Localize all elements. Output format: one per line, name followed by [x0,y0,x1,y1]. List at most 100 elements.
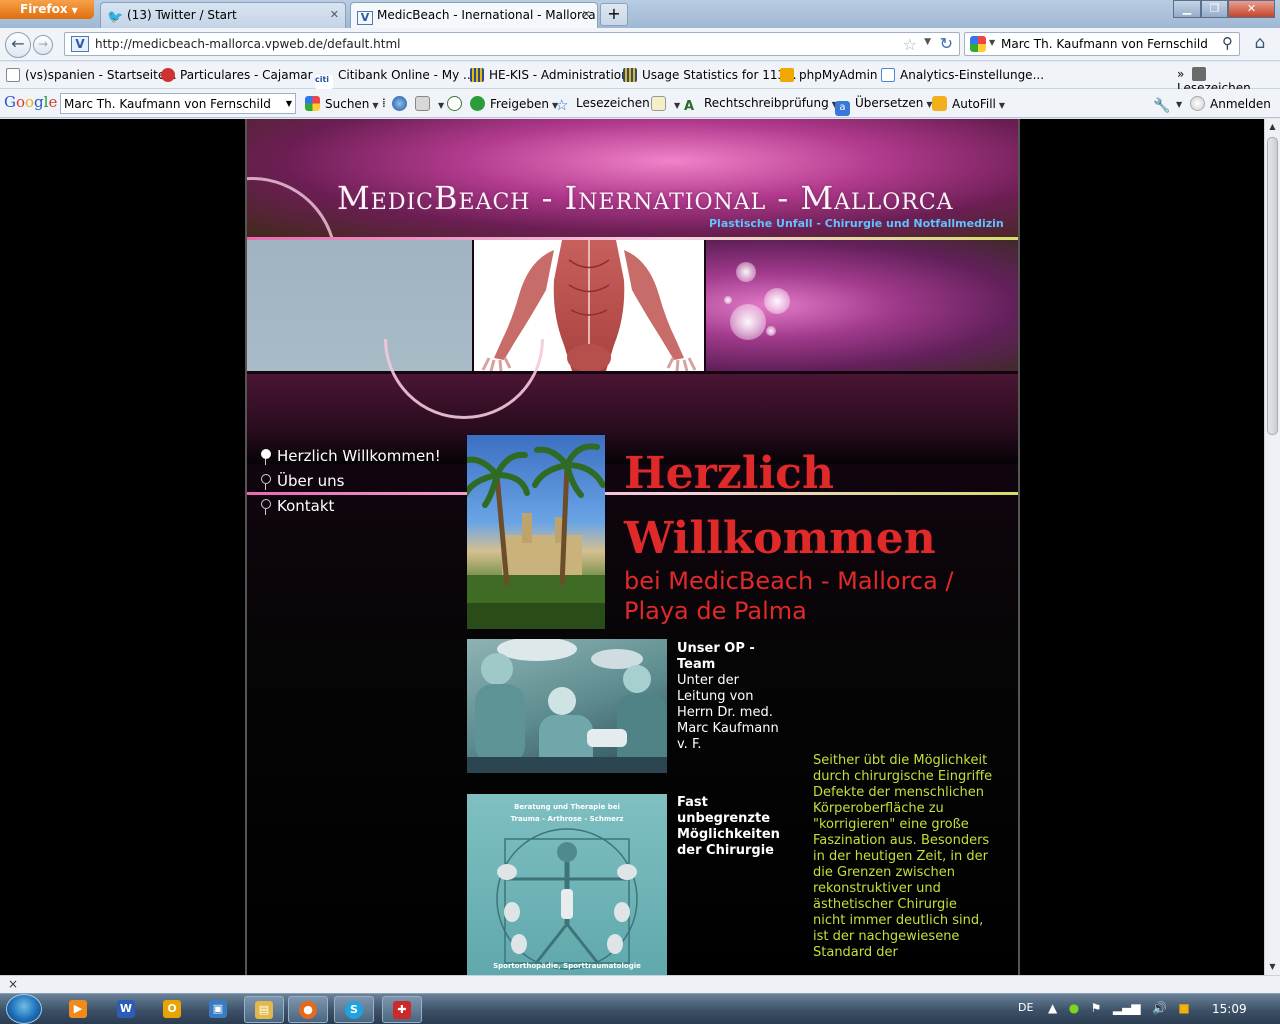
bookmarks-button[interactable]: ☆Lesezeichen▼ [555,96,659,113]
google-query-text: Marc Th. Kaufmann von Fernschild [64,97,271,111]
newspaper-icon [415,96,430,111]
autofill-button[interactable]: AutoFill ▼ [932,96,1005,111]
overflow-chevron-icon: » [1177,67,1185,81]
scroll-down-arrow-icon[interactable]: ▼ [1265,959,1280,975]
reload-icon[interactable]: ↻ [940,34,953,53]
tab-strip: Firefox ▼ 🐦 (13) Twitter / Start ✕ V MedicB… [0,0,1280,28]
search-bar[interactable]: ▼ Marc Th. Kaufmann von Fernschild ⚲ [964,32,1240,56]
pin-icon [261,449,271,465]
citi-icon: citi [315,75,333,89]
bookmark-label: Particulares - Cajamar ... [180,68,328,82]
bookmark-item[interactable]: Particulares - Cajamar ... [161,68,328,82]
taskbar-media-player[interactable]: ▶ [58,996,98,1023]
close-icon[interactable]: × [8,977,18,991]
status-bar: × [0,975,1280,993]
security-icon[interactable]: ● [1069,1001,1079,1015]
search-input[interactable]: Marc Th. Kaufmann von Fernschild [1001,37,1208,51]
bookmark-star-icon[interactable]: ☆ [903,35,917,54]
bookmarks-label: Lesezeichen [576,96,650,110]
translate-button[interactable]: a Übersetzen ▼ [835,96,933,116]
notebook-button[interactable]: ▼ [651,96,680,111]
close-icon[interactable]: ✕ [582,8,591,21]
taskbar-skype[interactable]: S [334,996,374,1023]
chevron-down-icon[interactable]: ▼ [989,38,995,47]
tab-medicbeach[interactable]: V MedicBeach - Inernational - Mallorca...… [350,2,598,28]
nav-item-ueber-uns[interactable]: Über uns [261,472,441,497]
media-player-icon: ▶ [69,999,87,1018]
translate-label: Übersetzen [855,96,924,110]
google-logo[interactable]: Google [4,93,57,111]
search-label: Suchen [325,97,370,111]
bookmark-item[interactable]: Analytics-Einstellunge... [881,68,1044,82]
autofill-label: AutoFill [952,97,996,111]
bars-icon [623,68,637,82]
search-icon[interactable]: ⚲ [1222,34,1233,52]
taskbar-red-app[interactable]: ✚ [382,996,422,1023]
google-search-input[interactable]: Marc Th. Kaufmann von Fernschild ▼ [60,93,296,114]
welcome-subheading: bei MedicBeach - Mallorca / Playa de Pal… [624,567,954,625]
taskbar-outlook[interactable]: O [152,996,192,1023]
globe-icon[interactable] [392,96,412,111]
forward-button[interactable]: → [33,35,53,55]
chevron-down-icon: ▼ [998,101,1006,110]
clock-icon [447,96,462,111]
tab-twitter[interactable]: 🐦 (13) Twitter / Start ✕ [100,2,346,28]
bookmark-label: Analytics-Einstellunge... [900,68,1045,82]
nav-item-kontakt[interactable]: Kontakt [261,497,441,522]
scroll-thumb[interactable] [1267,137,1278,435]
share-label: Freigeben [490,97,550,111]
url-bar[interactable]: V http://medicbeach-mallorca.vpweb.de/de… [64,32,960,56]
tray-expand-icon[interactable]: ▲ [1048,1001,1057,1015]
phpmyadmin-icon [780,68,794,82]
scroll-up-arrow-icon[interactable]: ▲ [1265,119,1280,135]
taskbar-firefox[interactable]: ● [288,996,328,1023]
nav-item-willkommen[interactable]: Herzlich Willkommen! [261,447,441,472]
bookmark-item[interactable]: citi Citibank Online - My ... [315,68,474,89]
site-header: MedicBeach - Inernational - Mallorca Pla… [247,119,1018,347]
minimize-button[interactable]: ▁ [1173,0,1201,18]
taskbar-word[interactable]: W [106,996,146,1023]
bookmark-item[interactable]: Usage Statistics for 113... [623,68,797,82]
outlook-tray-icon[interactable]: ■ [1178,1001,1189,1015]
close-icon[interactable]: ✕ [330,8,339,21]
logo-letter: G [4,93,16,111]
clock-button[interactable] [447,96,467,111]
decorative-bubble [764,288,790,314]
volume-icon[interactable]: 🔊 [1152,1001,1167,1015]
clock[interactable]: 15:09 [1212,1002,1247,1016]
signin-button[interactable]: Anmelden [1190,96,1271,111]
url-input[interactable]: http://medicbeach-mallorca.vpweb.de/defa… [95,37,401,51]
taskbar-remote[interactable]: ▣ [198,996,238,1023]
language-indicator[interactable]: DE [1018,1001,1033,1014]
chevron-down-icon: ▼ [71,6,78,15]
close-window-button[interactable]: ✕ [1228,0,1275,18]
spellcheck-button[interactable]: ARechtschreibprüfung▼ [684,96,838,115]
notebook-icon [651,96,666,111]
flag-icon[interactable]: ⚑ [1091,1001,1102,1015]
new-tab-button[interactable]: + [600,3,628,26]
start-button[interactable] [6,994,42,1024]
chirurgie-heading: Fast unbegrenzte Möglichkeiten der Chiru… [677,795,780,858]
surgery-photo [467,639,667,773]
google-search-button[interactable]: Suchen ▼ [305,96,379,111]
vertical-scrollbar[interactable]: ▲ ▼ [1264,119,1280,975]
news-button[interactable]: ▼ [415,96,444,111]
taskbar-explorer[interactable]: ▤ [244,996,284,1023]
windows-taskbar: ▶ W O ▣ ▤ ● S ✚ DE ▲ ● ⚑ ▂▄▆ 🔊 ■ 15:09 [0,993,1280,1024]
wrench-button[interactable]: 🔧 ▼ [1153,96,1182,114]
bookmark-item[interactable]: HE-KIS - Administration [470,68,629,82]
url-history-dropdown-icon[interactable]: ▼ [924,37,931,47]
translate-icon: a [835,101,850,116]
chevron-down-icon[interactable]: ▼ [286,99,292,108]
google-multicolor-icon [305,96,320,111]
network-icon[interactable]: ▂▄▆ [1113,1001,1141,1015]
back-button[interactable]: ← [5,32,31,58]
share-button[interactable]: Freigeben ▼ [470,96,558,111]
bookmark-item[interactable]: phpMyAdmin [780,68,878,82]
google-engine-icon[interactable] [970,36,986,52]
firefox-menu-button[interactable]: Firefox ▼ [0,0,94,19]
home-icon[interactable]: ⌂ [1248,33,1272,55]
maximize-button[interactable]: ❐ [1201,0,1228,18]
bookmark-item[interactable]: (vs)spanien - Startseite... [6,68,177,82]
site-identity-icon[interactable]: V [71,36,89,52]
